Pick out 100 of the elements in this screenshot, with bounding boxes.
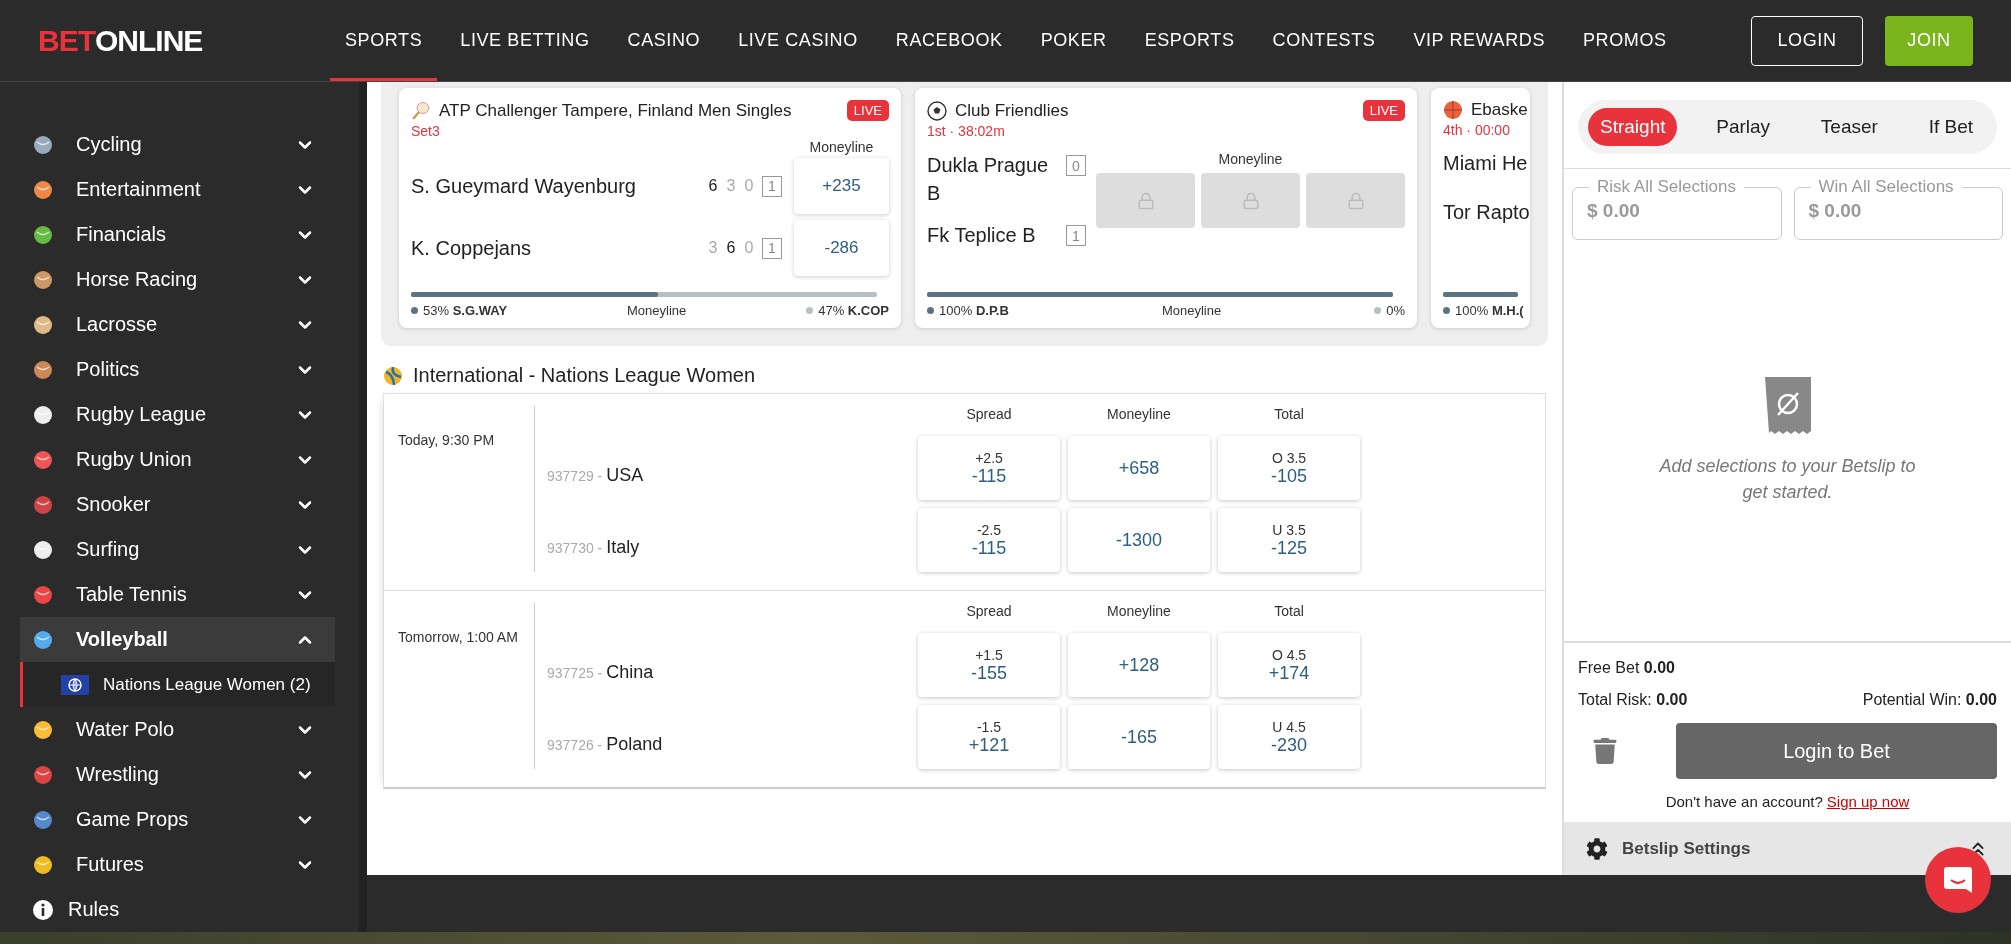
login-to-bet-button[interactable]: Login to Bet — [1676, 723, 1997, 779]
event-time: Today, 9:30 PM — [397, 431, 496, 450]
login-button[interactable]: LOGIN — [1751, 15, 1863, 66]
settings-icon — [1586, 837, 1608, 860]
signup-link[interactable]: Sign up now — [1826, 793, 1910, 810]
team-name: Dukla Prague B — [927, 153, 1050, 206]
live-badge: LIVE — [1362, 100, 1405, 121]
spread-button[interactable]: +1.5 -155 — [918, 633, 1060, 697]
sport-icon — [32, 853, 54, 876]
total-button[interactable]: U 3.5 -125 — [1218, 508, 1360, 572]
live-event-card[interactable]: Club Friendlies LIVE 1st · 38:02m Dukla Prague B 0 Fk Teplice B 1 Moneyline 100% D.P.B Moneyline 0% — [915, 88, 1417, 328]
event-time: Tomorrow, 1:00 AM — [397, 628, 519, 647]
split-market: Moneyline — [627, 303, 687, 318]
odds-button[interactable]: -286 — [794, 220, 889, 276]
column-header: Spread — [965, 406, 1013, 424]
sidebar-item[interactable]: Lacrosse — [20, 302, 335, 347]
column-header: Total — [1273, 406, 1305, 424]
sidebar-item[interactable]: Cycling — [20, 122, 335, 167]
sidebar-item[interactable]: Table Tennis — [20, 572, 335, 617]
dot-icon — [1374, 307, 1382, 314]
total-button[interactable]: U 4.5 -230 — [1218, 705, 1360, 769]
sidebar-item[interactable]: Rugby League — [20, 392, 335, 437]
trash-icon[interactable] — [1592, 738, 1618, 764]
nav-tab[interactable]: LIVE CASINO — [723, 0, 873, 81]
total-button[interactable]: O 3.5 -105 — [1218, 436, 1360, 500]
live-event-card[interactable]: ATP Challenger Tampere, Finland Men Singles LIVE Set3 Moneyline S. Gueymard Wayenburg 6 3 0 1 +235 K. Coppejans 3 6 0 1 -286 53% S.G.WAY Moneyline 47% K.COP — [399, 88, 901, 328]
split-left: 100% M.H.( — [1455, 303, 1524, 318]
sidebar-item[interactable]: Entertainment — [20, 167, 335, 212]
nav-tab[interactable]: ESPORTS — [1129, 0, 1250, 81]
sidebar-item[interactable]: Politics — [20, 347, 335, 392]
bet-type-tab[interactable]: Parlay — [1704, 108, 1783, 146]
nav-tab[interactable]: CONTESTS — [1257, 0, 1391, 81]
logo[interactable]: BETONLINE — [38, 23, 330, 58]
nav-tab[interactable]: VIP REWARDS — [1398, 0, 1560, 81]
team-name: Miami He — [1443, 152, 1529, 175]
event-status: 1st · 38:02m — [927, 123, 1006, 139]
signup-prompt: Don't have an account? — [1665, 793, 1823, 810]
stake-input[interactable]: $ 0.00 — [1806, 199, 1990, 223]
split-left: 100% D.P.B — [939, 303, 1009, 318]
moneyline-button[interactable]: +658 — [1068, 436, 1210, 500]
sport-icon — [32, 808, 54, 831]
bet-type-tab[interactable]: Straight — [1588, 108, 1678, 146]
moneyline-button[interactable]: +128 — [1068, 633, 1210, 697]
sport-icon — [32, 628, 54, 651]
column-header: Moneyline — [1106, 406, 1172, 424]
field-label: Win All Selections — [1817, 177, 1955, 197]
sidebar-item[interactable]: Surfing — [20, 527, 335, 572]
spread-button[interactable]: -1.5 +121 — [918, 705, 1060, 769]
player-name: S. Gueymard Wayenburg — [411, 174, 637, 198]
sidebar-item[interactable]: Horse Racing — [20, 257, 335, 302]
bet-type-tab[interactable]: Teaser — [1808, 108, 1890, 146]
nav-tab[interactable]: CASINO — [612, 0, 716, 81]
dot-icon — [927, 307, 934, 314]
spread-button[interactable]: -2.5 -115 — [918, 508, 1060, 572]
column-header: Moneyline — [1106, 603, 1172, 621]
lock-icon — [1241, 191, 1260, 210]
nav-tab[interactable]: PROMOS — [1568, 0, 1682, 81]
nav-tab[interactable]: LIVE BETTING — [445, 0, 605, 81]
sport-icon — [32, 493, 54, 516]
set-score: 3 — [707, 239, 719, 257]
sidebar-item[interactable]: Water Polo — [20, 707, 335, 752]
chat-icon — [1943, 865, 1973, 895]
nav-tab[interactable]: POKER — [1025, 0, 1122, 81]
market-label: Moneyline — [1217, 151, 1284, 167]
stake-input[interactable]: $ 0.00 — [1585, 199, 1769, 223]
sidebar-item[interactable]: Volleyball — [20, 617, 335, 662]
empty-ticket-icon — [1764, 376, 1811, 435]
sidebar-item[interactable]: Snooker — [20, 482, 335, 527]
sidebar-subitem[interactable]: Nations League Women (2) — [20, 662, 335, 707]
event-title: ATP Challenger Tampere, Finland Men Singles — [439, 100, 793, 121]
nav-tab[interactable]: RACEBOOK — [880, 0, 1018, 81]
globe-icon — [61, 674, 89, 695]
split-right: 0% — [1386, 303, 1405, 318]
sidebar-item[interactable]: Rules — [20, 887, 335, 932]
spread-button[interactable]: +2.5 -115 — [918, 436, 1060, 500]
sidebar-item[interactable]: Game Props — [20, 797, 335, 842]
live-event-card[interactable]: Ebaske 4th · 00:00 Miami He Tor Rapto 100% M.H.( — [1431, 88, 1530, 328]
sidebar-item[interactable]: Rugby Union — [20, 437, 335, 482]
market-label: Moneyline — [808, 139, 875, 155]
odds-button[interactable]: +235 — [794, 158, 889, 214]
sport-icon — [32, 538, 54, 561]
team-name: Tor Rapto — [1443, 201, 1530, 224]
team-name: 937726 - Poland — [547, 734, 664, 756]
split-market: Moneyline — [1161, 303, 1222, 318]
basketball-icon — [1443, 100, 1463, 120]
sport-icon — [32, 763, 54, 786]
total-button[interactable]: O 4.5 +174 — [1218, 633, 1360, 697]
field-label: Risk All Selections — [1596, 177, 1737, 197]
volleyball-icon — [383, 365, 403, 386]
sidebar-item[interactable]: Wrestling — [20, 752, 335, 797]
sport-icon — [32, 358, 54, 381]
moneyline-button[interactable]: -165 — [1068, 705, 1210, 769]
sidebar-item[interactable]: Futures — [20, 842, 335, 887]
racket-icon — [411, 100, 431, 121]
moneyline-button[interactable]: -1300 — [1068, 508, 1210, 572]
sidebar-item[interactable]: Financials — [20, 212, 335, 257]
team-score: 1 — [1066, 225, 1086, 246]
split-left: 53% S.G.WAY — [423, 303, 508, 318]
bet-type-tab[interactable]: If Bet — [1916, 108, 1985, 146]
betslip-settings-bar[interactable]: Betslip Settings — [1564, 822, 2011, 875]
